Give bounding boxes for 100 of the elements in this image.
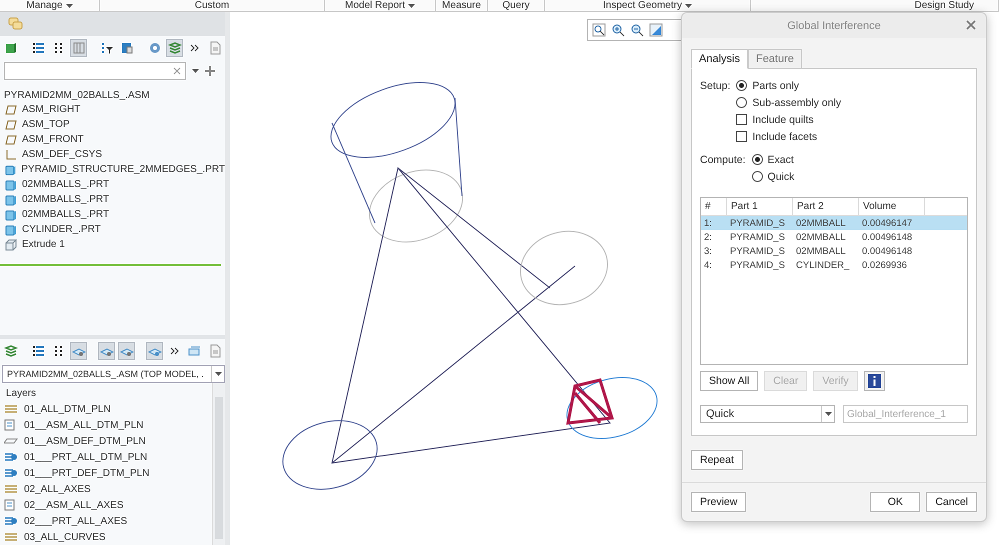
column-header[interactable]: Part 2 xyxy=(793,198,859,215)
layer-label: 02__ASM_ALL_AXES xyxy=(24,500,124,510)
add-icon[interactable] xyxy=(205,66,215,76)
radio-button[interactable] xyxy=(736,97,748,108)
layer-item[interactable]: 02_ALL_AXES xyxy=(0,481,212,497)
feature-layer-icon xyxy=(4,515,18,527)
scrollbar[interactable] xyxy=(212,383,225,545)
tree-item-label: 02MMBALLS_.PRT xyxy=(22,194,110,205)
ribbon-group-label[interactable]: Measure xyxy=(442,0,481,10)
feature-layer-icon xyxy=(4,451,18,463)
table-cell-text: 02MMBALL xyxy=(795,232,847,242)
layer-item[interactable]: 01_ALL_DTM_PLN xyxy=(0,401,212,417)
layer-item[interactable]: 02___PRT_ALL_AXES xyxy=(0,513,212,529)
datum-plane-icon xyxy=(5,104,17,116)
layer-item[interactable]: 02__ASM_ALL_AXES xyxy=(0,497,212,513)
checkbox-option[interactable]: Include quilts xyxy=(736,113,842,126)
caret-icon xyxy=(408,4,416,8)
layers-header: Layers xyxy=(5,387,38,401)
dialog-button[interactable]: Preview xyxy=(691,492,746,512)
document-icon xyxy=(208,41,222,55)
tree-item[interactable]: Extrude 1 xyxy=(0,237,225,252)
list-icon xyxy=(32,41,46,55)
dialog-button[interactable]: Cancel xyxy=(926,492,977,512)
table-cell-text: 02MMBALL xyxy=(795,218,847,228)
part-icon xyxy=(5,194,17,206)
tree-item[interactable]: 02MMBALLS_.PRT xyxy=(0,207,225,222)
table-cell-text: PYRAMID_S xyxy=(729,232,786,242)
table-row[interactable]: 4: PYRAMID_S CYLINDER_ 0.0269936 xyxy=(701,258,967,272)
clear-icon[interactable] xyxy=(173,67,181,75)
info-button[interactable] xyxy=(864,371,885,391)
table-cell-text: 2: xyxy=(703,232,713,242)
zoom-in-icon[interactable] xyxy=(611,23,625,37)
layer-item[interactable]: 01___PRT_DEF_DTM_PLN xyxy=(0,465,212,481)
tree-item-label: CYLINDER_.PRT xyxy=(22,224,101,235)
column-header[interactable]: Part 1 xyxy=(727,198,793,215)
tree-item[interactable]: ASM_TOP xyxy=(0,117,225,132)
radio-option[interactable]: Exact xyxy=(752,153,794,166)
tree-item[interactable]: CYLINDER_.PRT xyxy=(0,222,225,237)
part-icon xyxy=(5,224,17,236)
checkbox-option[interactable]: Include facets xyxy=(736,130,842,143)
radio-button[interactable] xyxy=(752,154,763,165)
layer-stack-icon xyxy=(4,531,18,543)
layer-label: 03_ALL_CURVES xyxy=(24,532,106,542)
table-cell-text: PYRAMID_S xyxy=(729,260,786,270)
radio-button[interactable] xyxy=(736,80,748,91)
table-row[interactable]: 2: PYRAMID_S 02MMBALL 0.00496148 xyxy=(701,230,967,244)
zoom-out-icon[interactable] xyxy=(630,23,644,37)
layer-item[interactable]: 01__ASM_ALL_DTM_PLN xyxy=(0,417,212,433)
ribbon-group-label[interactable]: Model Report xyxy=(344,0,416,10)
close-button[interactable] xyxy=(966,20,978,32)
table-cell-text: PYRAMID_S xyxy=(729,246,786,256)
document-icon xyxy=(208,344,222,358)
table-cell-text: PYRAMID_S xyxy=(729,218,786,228)
settings-icon xyxy=(148,41,162,55)
layer-item[interactable]: 03_ALL_CURVES xyxy=(0,529,212,545)
ribbon-group-label[interactable]: Custom xyxy=(194,0,230,10)
table-row[interactable]: 3: PYRAMID_S 02MMBALL 0.00496148 xyxy=(701,244,967,258)
action-button[interactable]: Show All xyxy=(700,371,758,391)
datum-plane-icon xyxy=(5,118,17,130)
tree-item[interactable]: ASM_DEF_CSYS xyxy=(0,147,225,162)
tree-item[interactable]: PYRAMID_STRUCTURE_2MMEDGES_.PRT xyxy=(0,162,225,177)
layer-label: 02___PRT_ALL_AXES xyxy=(24,516,128,526)
caret-icon xyxy=(684,4,692,8)
tree-item[interactable]: 02MMBALLS_.PRT xyxy=(0,177,225,192)
layer-label: 02_ALL_AXES xyxy=(24,484,91,494)
checkbox[interactable] xyxy=(736,131,748,142)
layers-icon xyxy=(4,344,18,358)
column-header[interactable]: Volume xyxy=(859,198,925,215)
layer-item[interactable]: 01__ASM_DEF_DTM_PLN xyxy=(0,433,212,449)
list-icon xyxy=(32,344,46,358)
layer-label: 01___PRT_DEF_DTM_PLN xyxy=(24,468,150,478)
ribbon-group-label[interactable]: Manage xyxy=(26,0,73,10)
tree-root-label[interactable]: PYRAMID2MM_02BALLS_.ASM xyxy=(0,82,225,102)
layer-label: 01___PRT_ALL_DTM_PLN xyxy=(24,452,148,462)
layer-stack-icon xyxy=(4,403,18,415)
radio-button[interactable] xyxy=(752,171,763,182)
radio-option[interactable]: Parts only xyxy=(736,79,842,92)
tree-item[interactable]: ASM_RIGHT xyxy=(0,102,225,117)
table-cell-text: 4: xyxy=(703,260,713,270)
column-header[interactable]: # xyxy=(701,198,727,215)
ribbon-group-label[interactable]: Design Study xyxy=(914,0,974,10)
tree-item[interactable]: 02MMBALLS_.PRT xyxy=(0,192,225,207)
tree-item[interactable]: ASM_FRONT xyxy=(0,132,225,147)
table-row[interactable]: 1: PYRAMID_S 02MMBALL 0.00496147 xyxy=(701,216,967,230)
zoom-fit-icon[interactable] xyxy=(592,23,606,37)
layer-item[interactable]: 01___PRT_ALL_DTM_PLN xyxy=(0,449,212,465)
dialog-button[interactable]: OK xyxy=(870,492,920,512)
model-select[interactable]: PYRAMID2MM_02BALLS_.ASM (TOP MODEL, . xyxy=(2,365,225,383)
repaint-icon[interactable] xyxy=(649,23,663,37)
ribbon-group-label[interactable]: Query xyxy=(502,0,530,10)
ribbon-group-label[interactable]: Inspect Geometry xyxy=(603,0,692,10)
radio-option[interactable]: Quick xyxy=(752,170,794,183)
close-icon xyxy=(966,20,976,30)
search-field[interactable] xyxy=(4,62,186,80)
radio-option[interactable]: Sub-assembly only xyxy=(736,96,842,109)
mode-dropdown[interactable]: Quick xyxy=(700,405,835,423)
repeat-button[interactable]: Repeat xyxy=(691,450,743,470)
tab[interactable]: Feature xyxy=(748,49,802,69)
tab[interactable]: Analysis xyxy=(691,49,748,69)
checkbox[interactable] xyxy=(736,114,748,125)
